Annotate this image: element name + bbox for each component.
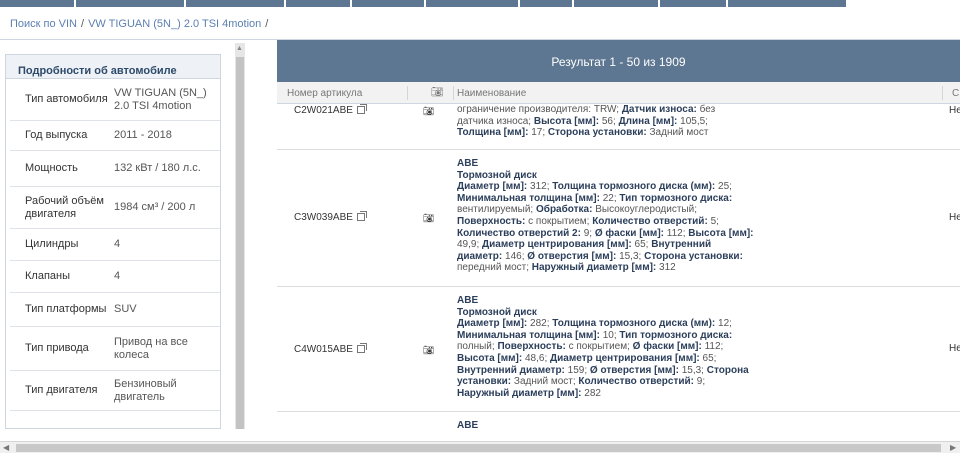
nav-tab[interactable]: [520, 0, 572, 7]
column-article[interactable]: Номер артикула: [287, 88, 362, 99]
copy-icon[interactable]: [356, 343, 367, 353]
row-status: Не: [949, 343, 960, 354]
nav-tab[interactable]: [76, 0, 184, 7]
camera-icon: 📷︎: [431, 87, 444, 98]
detail-row: Тип платформы SUV: [10, 293, 220, 327]
product-type: Тормозной диск: [457, 169, 537, 181]
nav-tab-active[interactable]: [848, 0, 960, 7]
article-number[interactable]: C4W015ABE: [294, 343, 367, 355]
vehicle-details-title: Подробности об автомобиле: [6, 55, 220, 79]
nav-tab[interactable]: [426, 0, 518, 7]
detail-row: Тип двигателя Бензиновый двигатель: [10, 371, 220, 411]
horizontal-scrollbar[interactable]: ◀ ▶: [0, 441, 960, 453]
table-row[interactable]: C4W015ABE 📷︎ ABE Тормозной диск Диаметр …: [277, 287, 960, 412]
table-row[interactable]: ABE: [277, 412, 960, 430]
nav-tab[interactable]: [574, 0, 658, 7]
detail-value: 1984 см³ / 200 л: [114, 201, 196, 213]
nav-tab[interactable]: [0, 0, 74, 7]
detail-row: Тип автомобиля VW TIGUAN (5N_) 2.0 TSI 4m…: [10, 79, 220, 121]
breadcrumb-separator: /: [265, 18, 269, 30]
row-status: Не: [949, 212, 960, 223]
nav-tab[interactable]: [352, 0, 424, 7]
nav-tab[interactable]: [186, 0, 284, 7]
column-divider: [942, 86, 943, 100]
column-name[interactable]: Наименование: [457, 88, 526, 99]
copy-icon[interactable]: [356, 104, 367, 114]
details-scrollbar[interactable]: ▲: [235, 43, 245, 429]
detail-value: 2011 - 2018: [114, 129, 172, 141]
product-type: Тормозной диск: [457, 306, 537, 318]
detail-key: Цилиндры: [25, 238, 79, 250]
table-row[interactable]: C3W039ABE 📷︎ ABE Тормозной диск Диаметр …: [277, 150, 960, 287]
detail-value: Бензиновый двигатель: [114, 377, 177, 403]
product-description: ABE Тормозной диск Диаметр [мм]: 282; То…: [457, 295, 787, 399]
product-description: ограничение производителя: TRW; Датчик и…: [457, 104, 716, 139]
camera-icon[interactable]: 📷︎: [423, 345, 434, 356]
details-scrollbar-thumb[interactable]: [236, 57, 244, 429]
product-brand: ABE: [457, 158, 479, 169]
article-number[interactable]: C2W021ABE: [294, 104, 367, 116]
horizontal-scrollbar-thumb[interactable]: [16, 444, 941, 452]
nav-tab[interactable]: [660, 0, 726, 7]
breadcrumb-link-vin-search[interactable]: Поиск по VIN: [10, 18, 77, 30]
breadcrumb-separator: /: [81, 18, 85, 30]
column-divider: [407, 86, 408, 100]
vehicle-details-table: Тип автомобиля VW TIGUAN (5N_) 2.0 TSI 4m…: [10, 79, 220, 411]
results-panel: Результат 1 - 50 из 1909 Номер артикула …: [277, 40, 960, 430]
top-nav: [0, 0, 960, 8]
product-brand: ABE: [457, 295, 479, 306]
detail-key: Тип двигателя: [25, 384, 98, 396]
results-column-headers: Номер артикула 📷︎ Наименование С: [277, 82, 960, 104]
row-status: Не: [949, 105, 960, 116]
copy-icon[interactable]: [356, 211, 367, 221]
detail-row: Тип привода Привод на все колеса: [10, 327, 220, 371]
vehicle-details-panel: Подробности об автомобиле Тип автомобиля…: [5, 54, 221, 429]
detail-value: Привод на все колеса: [114, 335, 188, 361]
product-description: ABE: [457, 420, 787, 430]
detail-row: Цилиндры 4: [10, 229, 220, 261]
detail-key: Рабочий объём двигателя: [25, 194, 104, 220]
results-header: Результат 1 - 50 из 1909: [277, 40, 960, 82]
breadcrumb: Поиск по VIN / VW TIGUAN (5N_) 2.0 TSI 4mo…: [10, 18, 272, 30]
scroll-right-icon[interactable]: ▶: [950, 443, 956, 452]
detail-row: Год выпуска 2011 - 2018: [10, 121, 220, 151]
column-divider: [453, 86, 454, 100]
detail-key: Тип платформы: [25, 303, 107, 315]
detail-key: Клапаны: [25, 270, 70, 282]
detail-row: Клапаны 4: [10, 261, 220, 293]
detail-value: 4: [114, 270, 121, 282]
table-row[interactable]: C2W021ABE 📷︎ ограничение производителя: …: [277, 104, 960, 150]
nav-tab[interactable]: [286, 0, 350, 7]
product-description: ABE Тормозной диск Диаметр [мм]: 312; То…: [457, 158, 787, 274]
detail-key: Мощность: [25, 162, 78, 174]
camera-icon[interactable]: 📷︎: [423, 106, 434, 117]
breadcrumb-link-vehicle[interactable]: VW TIGUAN (5N_) 2.0 TSI 4motion: [88, 18, 261, 30]
camera-icon[interactable]: 📷︎: [423, 213, 434, 224]
detail-value: VW TIGUAN (5N_) 2.0 TSI 4motion: [114, 86, 207, 112]
product-brand: ABE: [457, 420, 479, 430]
article-number[interactable]: C3W039ABE: [294, 211, 367, 223]
column-cut[interactable]: С: [952, 88, 959, 99]
scroll-up-icon[interactable]: ▲: [236, 45, 243, 52]
detail-row: Рабочий объём двигателя 1984 см³ / 200 л: [10, 187, 220, 229]
detail-value: 132 кВт / 180 л.с.: [114, 162, 201, 174]
detail-value: 4: [114, 238, 121, 250]
detail-key: Тип автомобиля: [25, 93, 108, 105]
detail-value: SUV: [114, 303, 137, 315]
nav-tab[interactable]: [728, 0, 846, 7]
detail-row: Мощность 132 кВт / 180 л.с.: [10, 151, 220, 187]
detail-key: Тип привода: [25, 342, 89, 354]
scroll-left-icon[interactable]: ◀: [3, 443, 9, 452]
detail-key: Год выпуска: [25, 129, 88, 141]
